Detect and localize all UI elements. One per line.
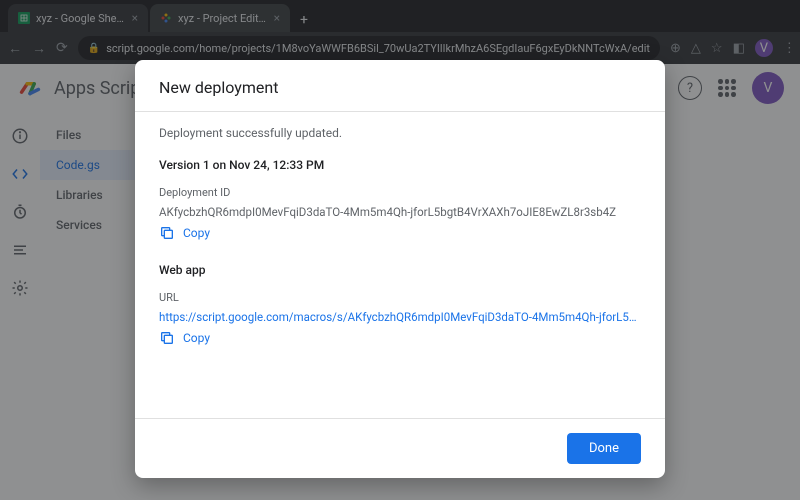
copy-icon: [159, 330, 175, 346]
dialog-title: New deployment: [159, 78, 641, 97]
copy-label: Copy: [183, 331, 210, 345]
modal-overlay: New deployment Deployment successfully u…: [0, 0, 800, 500]
copy-label: Copy: [183, 226, 210, 240]
deployment-dialog: New deployment Deployment successfully u…: [135, 60, 665, 478]
webapp-url-link[interactable]: https://script.google.com/macros/s/AKfyc…: [159, 310, 641, 324]
dialog-header: New deployment: [135, 60, 665, 112]
version-heading: Version 1 on Nov 24, 12:33 PM: [159, 158, 641, 172]
dialog-footer: Done: [135, 418, 665, 478]
dialog-body: Deployment successfully updated. Version…: [135, 112, 665, 418]
done-button[interactable]: Done: [567, 433, 641, 464]
url-label: URL: [159, 291, 641, 304]
status-message: Deployment successfully updated.: [159, 126, 641, 140]
deployment-id-label: Deployment ID: [159, 186, 641, 199]
webapp-heading: Web app: [159, 263, 641, 277]
copy-url-button[interactable]: Copy: [159, 330, 641, 346]
copy-icon: [159, 225, 175, 241]
copy-deployment-id-button[interactable]: Copy: [159, 225, 641, 241]
deployment-id-value: AKfycbzhQR6mdpI0MevFqiD3daTO-4Mm5m4Qh-jf…: [159, 205, 641, 219]
